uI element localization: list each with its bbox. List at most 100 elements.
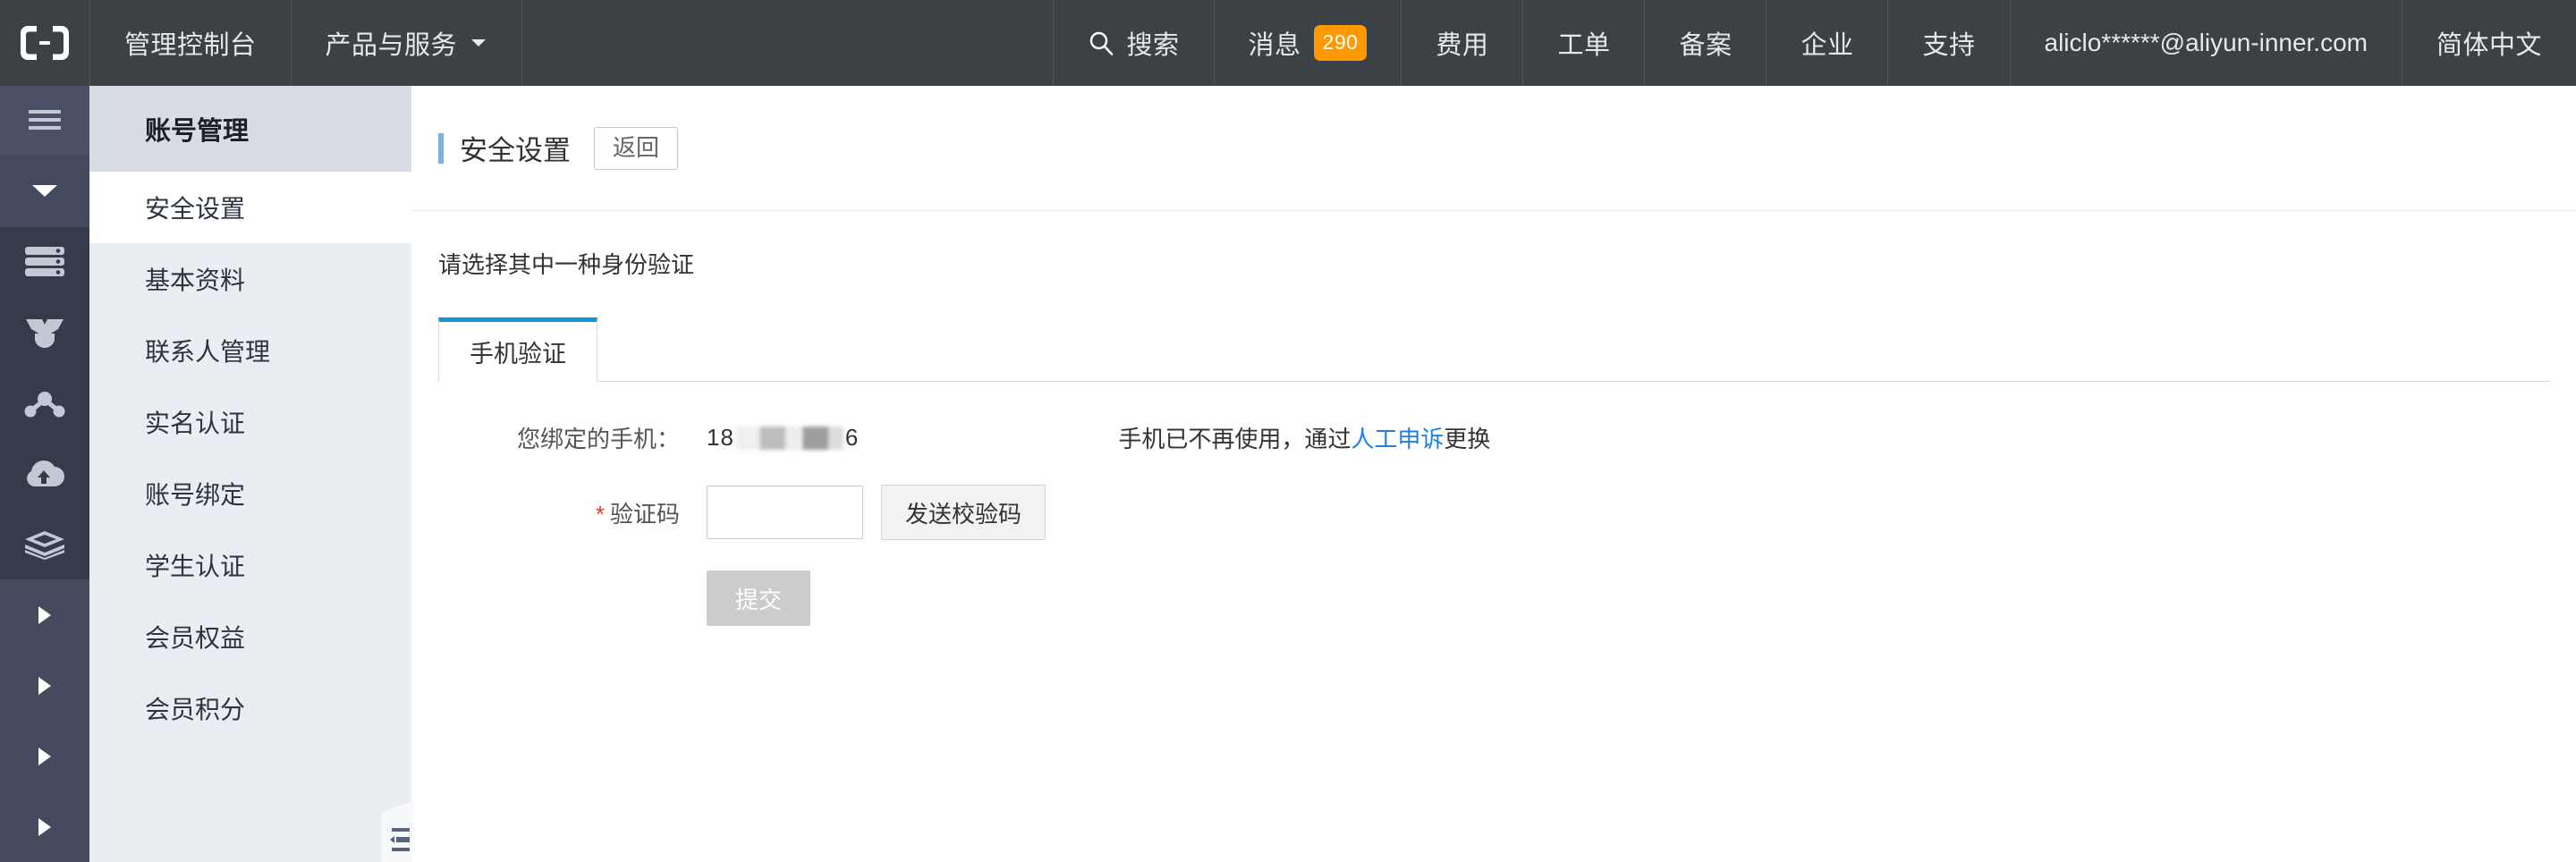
submit-row: 提交 bbox=[411, 570, 2576, 626]
page-title: 安全设置 bbox=[460, 135, 571, 166]
sidebar-item-member-benefits[interactable]: 会员权益 bbox=[89, 601, 411, 672]
verification-code-input[interactable] bbox=[707, 486, 863, 539]
chevron-down-icon bbox=[471, 39, 487, 46]
submit-button[interactable]: 提交 bbox=[707, 570, 810, 626]
nav-search-label: 搜索 bbox=[1126, 31, 1180, 60]
verification-code-label: * 验证码 bbox=[411, 496, 707, 529]
verification-instruction: 请选择其中一种身份验证 bbox=[438, 251, 695, 278]
cloud-icon bbox=[27, 460, 65, 486]
icon-rail bbox=[0, 86, 89, 862]
verification-code-label-text: 验证码 bbox=[609, 500, 680, 528]
required-asterisk: * bbox=[595, 500, 605, 528]
rail-expand-1[interactable] bbox=[0, 579, 89, 651]
network-nodes-icon bbox=[24, 392, 65, 418]
expand-arrow-icon bbox=[38, 817, 51, 836]
rail-expand-4[interactable] bbox=[0, 791, 89, 862]
hamburger-menu-button[interactable] bbox=[0, 86, 89, 155]
nav-search[interactable]: 搜索 bbox=[1052, 0, 1214, 86]
sidebar-title: 账号管理 bbox=[89, 86, 411, 172]
sidebar-item-label: 基本资料 bbox=[145, 266, 246, 294]
bound-phone-label: 您绑定的手机： bbox=[516, 426, 680, 452]
nav-language[interactable]: 简体中文 bbox=[2401, 0, 2576, 86]
nav-enterprise-label: 企业 bbox=[1801, 31, 1854, 60]
phone-change-hint: 手机已不再使用，通过人工申诉更换 bbox=[1118, 421, 1490, 454]
nav-enterprise[interactable]: 企业 bbox=[1766, 0, 1887, 86]
back-button[interactable]: 返回 bbox=[594, 126, 679, 170]
aliyun-logo-icon bbox=[21, 26, 69, 60]
expand-arrow-icon bbox=[38, 676, 51, 695]
nav-billing-label: 费用 bbox=[1436, 31, 1489, 60]
phone-redaction-mask bbox=[735, 426, 843, 450]
tab-phone-verification[interactable]: 手机验证 bbox=[438, 317, 597, 382]
nav-products-label: 产品与服务 bbox=[325, 31, 458, 60]
nav-support-label: 支持 bbox=[1922, 31, 1976, 60]
expand-arrow-icon bbox=[38, 605, 51, 624]
sidebar: 账号管理 安全设置 基本资料 联系人管理 实名认证 账号绑定 学生认证 会员权益 bbox=[89, 86, 412, 862]
rail-collapse-button[interactable] bbox=[0, 154, 89, 227]
nav-billing[interactable]: 费用 bbox=[1401, 0, 1522, 86]
messages-count-badge: 290 bbox=[1313, 25, 1368, 61]
server-icon bbox=[25, 247, 64, 277]
sidebar-item-account-binding[interactable]: 账号绑定 bbox=[89, 458, 411, 529]
page-title-accent-bar bbox=[438, 132, 444, 164]
rail-item-layers[interactable] bbox=[0, 509, 89, 580]
page-header: 安全设置 返回 bbox=[411, 86, 2576, 211]
nav-console-label: 管理控制台 bbox=[124, 31, 257, 60]
sidebar-item-label: 会员权益 bbox=[145, 624, 246, 652]
main-content: 安全设置 返回 请选择其中一种身份验证 手机验证 您绑定的手机： 18 6 手机已… bbox=[411, 86, 2576, 862]
sidebar-item-label: 账号绑定 bbox=[145, 481, 246, 509]
manual-appeal-link[interactable]: 人工申诉 bbox=[1351, 426, 1444, 452]
top-navigation-bar: 管理控制台 产品与服务 搜索 消息 290 费用 工单 备案 企业 支持 ali… bbox=[0, 0, 2576, 86]
expand-arrow-icon bbox=[38, 747, 51, 765]
rail-expand-3[interactable] bbox=[0, 721, 89, 792]
nav-messages[interactable]: 消息 290 bbox=[1213, 0, 1402, 86]
collapse-sidebar-icon bbox=[389, 828, 410, 851]
nav-spacer bbox=[521, 0, 1052, 86]
hint-text-before: 手机已不再使用，通过 bbox=[1118, 426, 1352, 452]
layers-icon bbox=[25, 530, 64, 560]
shield-icon bbox=[26, 319, 64, 349]
nav-tickets[interactable]: 工单 bbox=[1522, 0, 1644, 86]
sidebar-item-label: 学生认证 bbox=[145, 553, 246, 580]
rail-item-servers[interactable] bbox=[0, 226, 89, 298]
sidebar-collapse-handle[interactable] bbox=[382, 801, 412, 862]
search-icon bbox=[1089, 31, 1113, 55]
nav-icp[interactable]: 备案 bbox=[1644, 0, 1766, 86]
app-root: 管理控制台 产品与服务 搜索 消息 290 费用 工单 备案 企业 支持 ali… bbox=[0, 0, 2576, 862]
chevron-down-icon bbox=[32, 185, 57, 198]
sidebar-item-security-settings[interactable]: 安全设置 bbox=[89, 172, 411, 243]
sidebar-item-student-auth[interactable]: 学生认证 bbox=[89, 529, 411, 601]
rail-item-cloud[interactable] bbox=[0, 438, 89, 510]
sidebar-item-contacts[interactable]: 联系人管理 bbox=[89, 315, 411, 386]
nav-console[interactable]: 管理控制台 bbox=[89, 0, 291, 86]
rail-item-shield[interactable] bbox=[0, 297, 89, 368]
verification-tabs: 手机验证 bbox=[438, 317, 2549, 382]
phone-suffix: 6 bbox=[844, 424, 860, 451]
sidebar-item-label: 实名认证 bbox=[145, 410, 246, 437]
sidebar-item-label: 联系人管理 bbox=[145, 338, 271, 366]
phone-prefix: 18 bbox=[707, 424, 734, 451]
nav-messages-label: 消息 bbox=[1248, 31, 1301, 60]
hamburger-menu-icon bbox=[29, 110, 61, 131]
bound-phone-row: 您绑定的手机： 18 6 手机已不再使用，通过人工申诉更换 bbox=[411, 421, 2576, 454]
sidebar-item-real-name-auth[interactable]: 实名认证 bbox=[89, 386, 411, 458]
sidebar-item-label: 安全设置 bbox=[145, 195, 246, 223]
nav-account[interactable]: aliclo******@aliyun-inner.com bbox=[2009, 0, 2402, 86]
nav-tickets-label: 工单 bbox=[1557, 31, 1611, 60]
body-container: 账号管理 安全设置 基本资料 联系人管理 实名认证 账号绑定 学生认证 会员权益 bbox=[0, 86, 2576, 862]
rail-item-network[interactable] bbox=[0, 368, 89, 439]
sidebar-item-basic-info[interactable]: 基本资料 bbox=[89, 243, 411, 315]
send-verification-code-button[interactable]: 发送校验码 bbox=[881, 485, 1046, 540]
verification-code-row: * 验证码 发送校验码 bbox=[411, 485, 2576, 540]
rail-expand-2[interactable] bbox=[0, 650, 89, 722]
nav-account-label: aliclo******@aliyun-inner.com bbox=[2044, 29, 2368, 56]
nav-language-label: 简体中文 bbox=[2436, 31, 2542, 60]
verification-form: 您绑定的手机： 18 6 手机已不再使用，通过人工申诉更换 * 验证码 发送校验码 bbox=[411, 382, 2576, 626]
sidebar-item-member-points[interactable]: 会员积分 bbox=[89, 672, 411, 744]
nav-products[interactable]: 产品与服务 bbox=[290, 0, 522, 86]
hint-text-after: 更换 bbox=[1444, 426, 1491, 452]
nav-support[interactable]: 支持 bbox=[1887, 0, 2009, 86]
sidebar-item-label: 会员积分 bbox=[145, 696, 246, 723]
aliyun-logo[interactable] bbox=[0, 0, 89, 86]
bound-phone-value: 18 6 bbox=[707, 424, 859, 452]
